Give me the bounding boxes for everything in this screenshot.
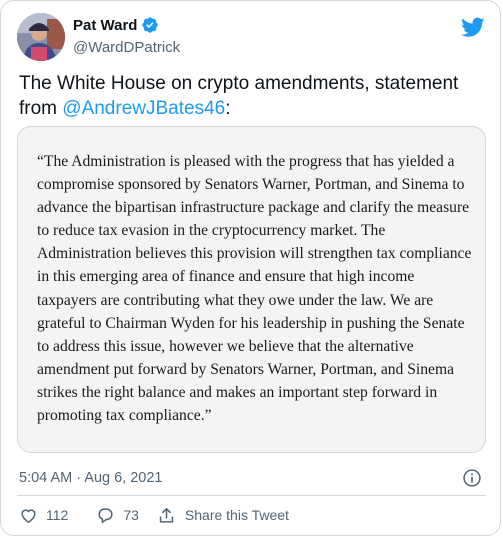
verified-badge-icon: [142, 17, 159, 33]
avatar[interactable]: [17, 13, 65, 61]
tweet-text-suffix: :: [225, 98, 231, 119]
author-name-row[interactable]: Pat Ward: [73, 16, 159, 34]
divider: [17, 495, 486, 496]
statement-image[interactable]: “The Administration is pleased with the …: [17, 126, 486, 453]
like-button[interactable]: 112: [19, 506, 68, 525]
share-button[interactable]: Share this Tweet: [157, 506, 289, 525]
tweet-card[interactable]: Pat Ward @WardDPatrick The White House o…: [0, 0, 501, 536]
avatar-image: [17, 13, 65, 61]
mention-link[interactable]: @AndrewJBates46: [62, 98, 225, 119]
reply-bubble-icon: [98, 507, 113, 523]
heart-icon: [21, 508, 36, 523]
author-handle[interactable]: @WardDPatrick: [73, 39, 180, 56]
action-bar: 112 73 Share this Tweet: [19, 505, 289, 525]
info-icon[interactable]: [462, 468, 482, 488]
statement-text: “The Administration is pleased with the …: [37, 153, 472, 425]
reply-button[interactable]: 73: [96, 506, 139, 525]
timestamp[interactable]: 5:04 AM · Aug 6, 2021: [19, 470, 163, 486]
share-arrow-icon: [159, 507, 174, 523]
share-label: Share this Tweet: [184, 507, 289, 523]
display-name[interactable]: Pat Ward: [73, 17, 137, 34]
like-count: 112: [46, 507, 69, 523]
reply-count: 73: [123, 507, 139, 523]
tweet-text: The White House on crypto amendments, st…: [19, 71, 489, 121]
twitter-bird-icon[interactable]: [461, 15, 485, 39]
